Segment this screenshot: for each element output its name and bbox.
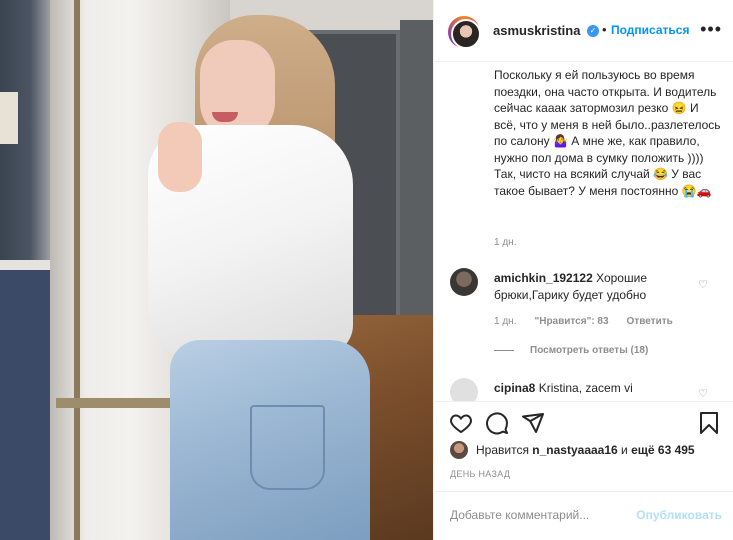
author-avatar[interactable] <box>448 16 481 49</box>
header-separator: • <box>602 22 607 37</box>
follow-button[interactable]: Подписаться <box>611 23 689 37</box>
comment-meta: 1 дн. "Нравится": 83 Ответить <box>494 316 673 327</box>
comment-body: Kristina, zacem vi <box>538 381 633 395</box>
comment-icon[interactable] <box>484 410 510 436</box>
post-header: asmuskristina ✓ • Подписаться ••• <box>434 0 733 62</box>
likes-summary: Нравится n_nastyaaaa16 и ещё 63 495 <box>450 441 695 459</box>
caption-time[interactable]: 1 дн. <box>494 237 516 248</box>
comments-list[interactable]: Поскольку я ей пользуюсь во время поездк… <box>434 63 733 401</box>
action-bar <box>434 401 733 441</box>
photo-jeans-pocket <box>250 405 325 490</box>
add-comment-bar: Опубликовать <box>434 491 733 540</box>
caption-text: Поскольку я ей пользуюсь во время поездк… <box>494 68 721 198</box>
comment-like-heart-icon[interactable]: ♡ <box>698 278 708 291</box>
heart-icon[interactable] <box>448 410 474 436</box>
add-comment-input[interactable] <box>450 508 650 522</box>
liker-avatar[interactable] <box>450 441 468 459</box>
post-details-panel: asmuskristina ✓ • Подписаться ••• Поскол… <box>433 0 733 540</box>
view-replies-label: Посмотреть ответы (18) <box>530 345 649 356</box>
publish-button[interactable]: Опубликовать <box>636 508 722 522</box>
comment-time[interactable]: 1 дн. <box>494 316 516 327</box>
comment-avatar[interactable] <box>450 378 478 401</box>
photo-lamp <box>0 92 18 144</box>
likes-count[interactable]: ещё 63 495 <box>631 443 695 457</box>
author-username[interactable]: asmuskristina <box>493 23 580 38</box>
comment-text: amichkin_192122 Хорошие брюки,Гарику буд… <box>494 270 694 303</box>
comment-avatar[interactable] <box>450 268 478 296</box>
comment-like-heart-icon[interactable]: ♡ <box>698 387 708 400</box>
view-replies-button[interactable]: Посмотреть ответы (18) <box>494 345 648 356</box>
photo-door-2 <box>400 20 433 330</box>
post-date[interactable]: ДЕНЬ НАЗАД <box>450 469 510 479</box>
likes-middle: и <box>621 443 628 457</box>
photo-pillar-edge <box>74 0 80 540</box>
share-icon[interactable] <box>520 410 546 436</box>
comment-username[interactable]: cipina8 <box>494 381 535 395</box>
post-photo[interactable] <box>0 0 433 540</box>
photo-person-arm <box>158 122 202 192</box>
more-icon[interactable]: ••• <box>700 19 722 40</box>
comment-reply-button[interactable]: Ответить <box>627 316 673 327</box>
comment-likes[interactable]: "Нравится": 83 <box>534 316 608 327</box>
verified-badge-icon: ✓ <box>587 25 599 37</box>
likes-prefix: Нравится <box>476 443 529 457</box>
bookmark-icon[interactable] <box>696 410 722 436</box>
comment-username[interactable]: amichkin_192122 <box>494 271 593 285</box>
comment-text: cipina8 Kristina, zacem vi <box>494 380 694 397</box>
liker-username[interactable]: n_nastyaaaa16 <box>532 443 617 457</box>
replies-line <box>494 350 514 351</box>
